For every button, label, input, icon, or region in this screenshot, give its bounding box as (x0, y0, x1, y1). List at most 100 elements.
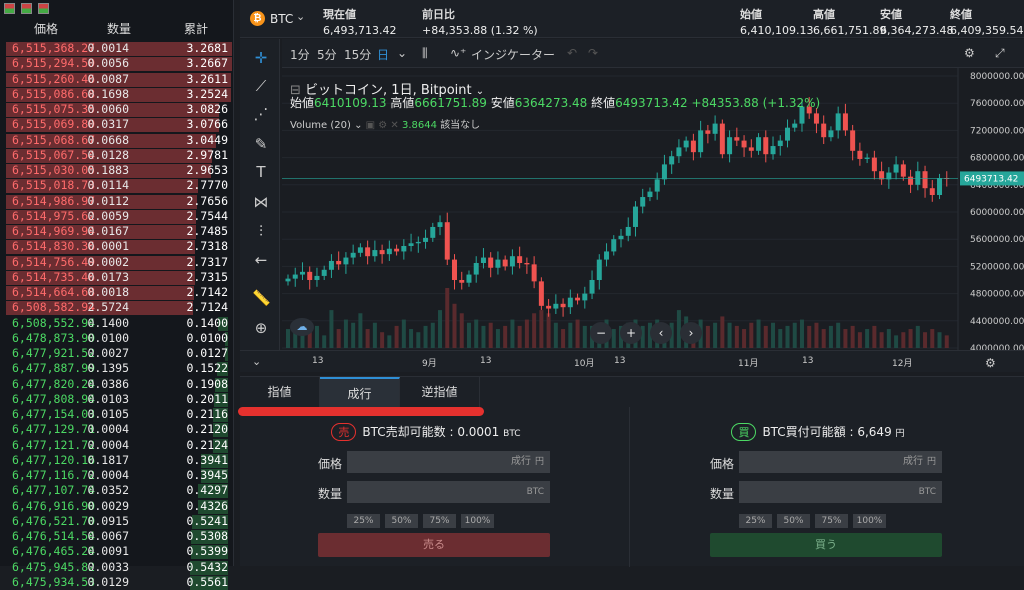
candle-body (480, 257, 486, 263)
sell-order-row[interactable]: 6,514,664.68 0.0018 2.7142 (0, 285, 234, 300)
buy-order-row[interactable]: 6,477,154.03 0.0105 0.2116 (0, 407, 234, 422)
volume-bar (705, 325, 710, 348)
tab-stop[interactable]: 逆指値 (400, 377, 480, 407)
sell-order-row[interactable]: 6,514,830.36 0.0001 2.7318 (0, 239, 234, 255)
buy-order-row[interactable]: 6,477,887.99 0.1395 0.1522 (0, 361, 234, 377)
buy-button[interactable]: 買う (710, 533, 942, 557)
buy-order-row[interactable]: 6,477,121.72 0.0004 0.2124 (0, 438, 234, 453)
sell-25-button[interactable]: 25% (347, 514, 380, 528)
buy-qty-field[interactable]: BTC (739, 481, 942, 503)
fib-icon[interactable]: ⋰ (252, 105, 270, 123)
buy-view-icon[interactable] (38, 3, 49, 14)
interval-1m[interactable]: 1分 (290, 46, 310, 63)
sell-order-row[interactable]: 6,514,975.62 0.0059 2.7544 (0, 209, 234, 224)
candle-body (813, 113, 819, 124)
buy-order-row[interactable]: 6,477,921.52 0.0027 0.0127 (0, 346, 234, 361)
settings-icon[interactable]: ⚙ (985, 356, 996, 370)
brush-icon[interactable]: ✎ (252, 135, 270, 153)
buy-order-row[interactable]: 6,477,808.94 0.0103 0.2011 (0, 392, 234, 407)
zoom-in-icon[interactable]: ⊕ (252, 319, 270, 337)
sell-order-row[interactable]: 6,514,986.97 0.0112 2.7656 (0, 194, 234, 209)
sell-100-button[interactable]: 100% (461, 514, 494, 528)
candle-type-icon[interactable]: ⫼ (422, 46, 428, 61)
x-tick-label: 13 (802, 356, 814, 366)
buy-order-row[interactable]: 6,477,129.71 0.0004 0.2120 (0, 422, 234, 438)
chevron-down-icon[interactable]: ⌄ (252, 355, 261, 368)
interval-5m[interactable]: 5分 (317, 46, 337, 63)
gear-icon[interactable]: ⚙ (964, 46, 975, 60)
sell-order-row[interactable]: 6,515,086.68 0.1698 3.2524 (0, 87, 234, 102)
sell-50-button[interactable]: 50% (385, 514, 418, 528)
buy-order-row[interactable]: 6,476,465.24 0.0091 0.5399 (0, 544, 234, 560)
tab-limit[interactable]: 指値 (240, 377, 320, 407)
sell-price-field[interactable]: 成行円 (347, 451, 550, 473)
buy-order-row[interactable]: 6,477,820.24 0.0386 0.1908 (0, 377, 234, 392)
buy-order-row[interactable]: 6,477,120.16 0.1817 0.3941 (0, 453, 234, 468)
orderbook-view-toggles[interactable] (4, 3, 49, 14)
undo-icon[interactable]: ↶ (567, 46, 577, 60)
sell-order-row[interactable]: 6,514,735.46 0.0173 2.7315 (0, 270, 234, 285)
buy-percent-buttons: 25% 50% 75% 100% (739, 514, 886, 528)
sell-view-icon[interactable] (21, 3, 32, 14)
sell-75-button[interactable]: 75% (423, 514, 456, 528)
buy-order-row[interactable]: 6,475,945.82 0.0033 0.5432 (0, 560, 234, 575)
sell-order-row[interactable]: 6,515,294.50 0.0056 3.2667 (0, 56, 234, 72)
buy-order-row[interactable]: 6,477,107.74 0.0352 0.4297 (0, 483, 234, 499)
indicator-button[interactable]: インジケーター (471, 46, 555, 63)
sell-order-row[interactable]: 6,515,068.67 0.0668 3.0449 (0, 133, 234, 148)
y-tick-label: 8000000.00 (970, 72, 1024, 82)
redo-icon[interactable]: ↷ (588, 46, 598, 60)
time-axis[interactable]: ⌄ 13 9月 13 10月 13 11月 13 12月 ⚙ (240, 350, 1024, 372)
y-tick-label: 6000000.00 (970, 208, 1024, 218)
buy-75-button[interactable]: 75% (815, 514, 848, 528)
sell-order-row[interactable]: 6,515,018.73 0.0114 2.7770 (0, 178, 234, 194)
buy-50-button[interactable]: 50% (777, 514, 810, 528)
sell-button[interactable]: 売る (318, 533, 550, 557)
chevron-down-icon[interactable]: ⌄ (296, 10, 305, 23)
sell-qty-field[interactable]: BTC (347, 481, 550, 503)
buy-order-row[interactable]: 6,475,934.53 0.0129 0.5561 (0, 575, 234, 590)
indicator-icon[interactable]: ∿⁺ (450, 46, 466, 60)
sell-order-row[interactable]: 6,514,756.49 0.0002 2.7317 (0, 255, 234, 270)
tab-market[interactable]: 成行 (320, 377, 400, 407)
sell-order-row[interactable]: 6,515,260.46 0.0087 3.2611 (0, 72, 234, 87)
order-qty: 0.1883 (87, 163, 129, 177)
buy-order-row[interactable]: 6,477,116.72 0.0004 0.3945 (0, 468, 234, 483)
chevron-down-icon[interactable]: ⌄ (397, 46, 407, 60)
pattern-icon[interactable]: ⋈ (252, 193, 270, 211)
sell-order-row[interactable]: 6,515,368.27 0.0014 3.2681 (0, 41, 234, 56)
buy-order-row[interactable]: 6,478,873.90 0.0100 0.0100 (0, 331, 234, 346)
symbol-selector[interactable]: BTC (270, 12, 293, 26)
buy-25-button[interactable]: 25% (739, 514, 772, 528)
sell-order-row[interactable]: 6,515,067.54 0.0128 2.9781 (0, 148, 234, 163)
scroll-left-button[interactable]: ‹ (650, 322, 672, 344)
back-arrow-icon[interactable]: ← (252, 251, 270, 269)
crosshair-icon[interactable]: ✛ (252, 49, 270, 67)
buy-price-field[interactable]: 成行円 (739, 451, 942, 473)
zoom-in-button[interactable]: + (620, 322, 642, 344)
sell-order-row[interactable]: 6,515,069.80 0.0317 3.0766 (0, 117, 234, 133)
order-price: 6,477,820.24 (12, 376, 96, 391)
interval-15m[interactable]: 15分 (344, 46, 371, 63)
buy-100-button[interactable]: 100% (853, 514, 886, 528)
buy-order-row[interactable]: 6,476,514.54 0.0067 0.5308 (0, 529, 234, 544)
volume-bar (930, 329, 935, 348)
candle-body (394, 248, 400, 252)
buy-order-row[interactable]: 6,476,916.90 0.0029 0.4326 (0, 499, 234, 514)
price-chart[interactable]: 8000000.00 7600000.00 7200000.00 6800000.00… (282, 68, 1024, 354)
zoom-out-button[interactable]: − (590, 322, 612, 344)
buy-order-row[interactable]: 6,508,552.94 0.1400 0.1400 (0, 316, 234, 331)
sell-order-row[interactable]: 6,515,075.35 0.0060 3.0826 (0, 102, 234, 117)
scroll-right-button[interactable]: › (680, 322, 702, 344)
prediction-icon[interactable]: ⫶ (252, 222, 270, 240)
fullscreen-icon[interactable]: ⤢ (995, 46, 1005, 61)
sell-order-row[interactable]: 6,515,030.05 0.1883 2.9653 (0, 163, 234, 178)
interval-1d[interactable]: 日 (377, 46, 389, 63)
sell-order-row[interactable]: 6,514,969.94 0.0167 2.7485 (0, 224, 234, 239)
text-icon[interactable]: T (252, 163, 270, 181)
sell-order-row[interactable]: 6,508,582.94 2.5724 2.7124 (0, 300, 234, 316)
buy-order-row[interactable]: 6,476,521.70 0.0915 0.5241 (0, 514, 234, 529)
both-view-icon[interactable] (4, 3, 15, 14)
ruler-icon[interactable]: 📏 (252, 289, 271, 307)
trendline-icon[interactable]: ⟋ (252, 77, 270, 95)
